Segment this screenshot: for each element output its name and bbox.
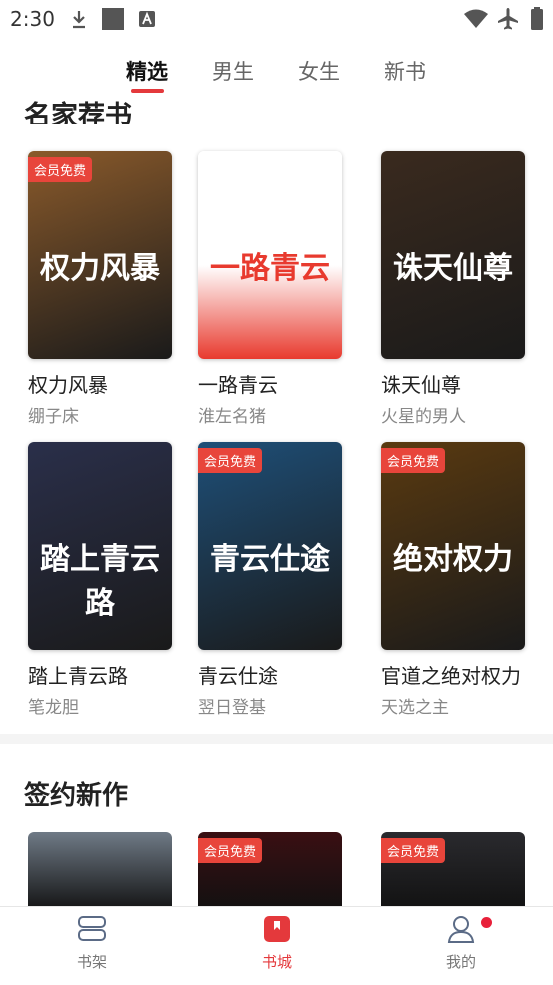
book-author: 笔龙胆 [28,698,79,718]
member-free-badge: 会员免费 [28,157,93,182]
book-card[interactable]: 诛天仙尊 诛天仙尊 火星的男人 [381,151,528,427]
book-cover[interactable]: 绝对权力 会员免费 [381,442,525,650]
member-free-badge: 会员免费 [198,838,263,863]
book-author: 翌日登基 [198,698,266,718]
cover-text: 绝对权力 [393,541,513,577]
book-title[interactable]: 青云仕途 [198,660,345,689]
nav-bookstore[interactable]: 书城 [237,915,317,972]
member-free-badge: 会员免费 [381,838,446,863]
book-title[interactable]: 一路青云 [198,369,345,398]
cover-text: 权力风暴 [40,250,160,286]
download-icon [73,11,85,29]
status-time: 2:30 [10,7,55,31]
new-book-cover[interactable] [28,832,172,912]
status-bar: 2:30 [0,0,553,36]
book-card[interactable]: 权力风暴 会员免费 权力风暴 绷子床 [28,151,175,427]
cover-text: 一路青云 [210,250,330,286]
book-title[interactable]: 官道之绝对权力 [381,660,528,689]
book-cover[interactable]: 青云仕途 会员免费 [198,442,342,650]
tab-featured[interactable]: 精选 [126,56,168,86]
book-cover[interactable]: 踏上青云路 [28,442,172,650]
airplane-icon [498,8,518,30]
wifi-icon [464,9,488,28]
battery-icon [531,7,543,30]
book-card[interactable]: 青云仕途 会员免费 青云仕途 翌日登基 [198,442,345,718]
member-free-badge: 会员免费 [198,448,263,473]
bookstore-icon [264,916,290,942]
tab-indicator [131,89,164,93]
section-title-new: 签约新作 [24,781,129,811]
book-author: 火星的男人 [381,407,466,427]
font-icon [139,11,155,27]
section-title-text: 名家荐书 [24,101,132,124]
tab-male[interactable]: 男生 [212,56,254,86]
new-book-cover[interactable]: 会员免费 [381,832,525,912]
book-cover[interactable]: 诛天仙尊 [381,151,525,359]
book-title[interactable]: 诛天仙尊 [381,369,528,398]
cover-text: 诛天仙尊 [393,250,513,286]
nav-bookshelf[interactable]: 书架 [52,915,132,972]
nav-profile-label: 我的 [445,953,476,971]
book-card[interactable]: 一路青云 一路青云 淮左名猪 [198,151,345,427]
tab-new[interactable]: 新书 [384,56,426,86]
new-book-cover[interactable]: 会员免费 [198,832,342,912]
book-card[interactable]: 绝对权力 会员免费 官道之绝对权力 天选之主 [381,442,528,718]
tab-female[interactable]: 女生 [298,56,340,86]
category-tabs: 精选 男生 女生 新书 [0,36,553,98]
book-title[interactable]: 权力风暴 [28,369,175,398]
book-author: 天选之主 [381,698,449,718]
nav-bookshelf-label: 书架 [76,953,107,971]
notification-dot [481,917,492,928]
nav-bookstore-label: 书城 [261,953,292,971]
book-author: 淮左名猪 [198,407,266,427]
cover-text: 青云仕途 [210,541,330,577]
member-free-badge: 会员免费 [381,448,446,473]
book-card[interactable]: 踏上青云路 踏上青云路 笔龙胆 [28,442,175,718]
bookshelf-icon [78,916,106,941]
book-author: 绷子床 [28,407,79,427]
book-cover[interactable]: 一路青云 [198,151,342,359]
cover-text: 踏上青云路 [40,541,160,621]
square-icon [102,8,124,30]
profile-icon [447,916,475,943]
bottom-nav: 书架 书城 我的 [0,906,553,985]
section-divider [0,734,553,744]
book-cover[interactable]: 权力风暴 会员免费 [28,151,172,359]
book-title[interactable]: 踏上青云路 [28,660,175,689]
